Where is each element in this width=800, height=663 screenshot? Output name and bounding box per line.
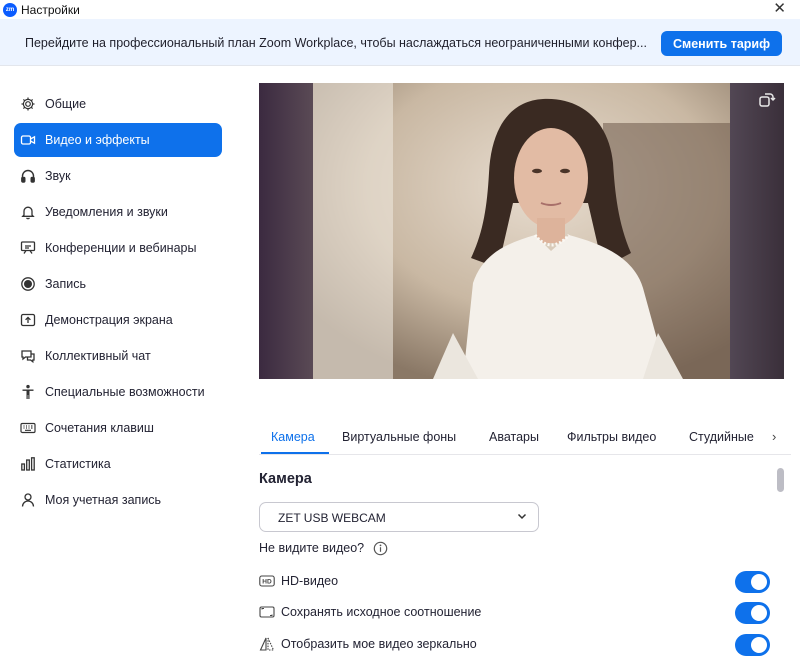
sidebar-item-audio[interactable]: Звук <box>14 159 222 193</box>
sidebar-item-statistics[interactable]: Статистика <box>14 447 222 481</box>
sidebar-item-label: Запись <box>45 277 87 291</box>
sidebar-item-label: Специальные возможности <box>45 385 205 399</box>
sidebar-item-video-effects[interactable]: Видео и эффекты <box>14 123 222 157</box>
svg-text:HD: HD <box>262 579 272 586</box>
sidebar-item-label: Видео и эффекты <box>45 133 150 147</box>
record-icon <box>19 275 37 293</box>
banner-message: Перейдите на профессиональный план Zoom … <box>25 36 647 50</box>
option-original-ratio: Сохранять исходное соотношение <box>259 601 774 625</box>
video-letterbox-right <box>730 83 784 379</box>
toggle-knob <box>751 637 767 653</box>
camera-select[interactable]: ZET USB WEBCAM <box>259 502 539 532</box>
user-icon <box>19 491 37 509</box>
sidebar-item-team-chat[interactable]: Коллективный чат <box>14 339 222 373</box>
gear-icon <box>19 95 37 113</box>
tab-camera[interactable]: Камера <box>271 420 315 454</box>
settings-sidebar: Общие Видео и эффекты Звук Уведомления и… <box>0 66 236 663</box>
camera-select-value: ZET USB WEBCAM <box>278 511 386 525</box>
sidebar-item-label: Сочетания клавиш <box>45 421 154 435</box>
tab-video-filters[interactable]: Фильтры видео <box>567 420 656 454</box>
option-label: Сохранять исходное соотношение <box>281 605 482 619</box>
camera-feed-image <box>313 83 730 379</box>
zoom-logo-icon: zm <box>3 2 17 17</box>
toggle-knob <box>751 605 767 621</box>
sidebar-item-notifications[interactable]: Уведомления и звуки <box>14 195 222 229</box>
sidebar-item-label: Статистика <box>45 457 111 471</box>
camera-section-title: Камера <box>259 471 312 487</box>
option-label: HD-видео <box>281 574 339 588</box>
sidebar-item-general[interactable]: Общие <box>14 87 222 121</box>
keyboard-icon <box>19 419 37 437</box>
toggle-knob <box>751 574 767 590</box>
chat-icon <box>19 347 37 365</box>
sidebar-item-my-account[interactable]: Моя учетная запись <box>14 483 222 517</box>
video-preview <box>259 83 784 379</box>
share-screen-icon <box>19 311 37 329</box>
title-bar: zm Настройки ✕ <box>0 0 800 19</box>
sidebar-item-screen-share[interactable]: Демонстрация экрана <box>14 303 222 337</box>
video-camera-icon <box>19 131 37 149</box>
chevron-down-icon <box>517 513 527 520</box>
window-title: Настройки <box>21 2 80 17</box>
option-hd-video: HD HD-видео <box>259 570 774 594</box>
statistics-icon <box>19 455 37 473</box>
tabs-divider <box>259 454 791 455</box>
video-letterbox-left <box>259 83 313 379</box>
sidebar-item-label: Демонстрация экрана <box>45 313 173 327</box>
bell-icon <box>19 203 37 221</box>
accessibility-icon <box>19 383 37 401</box>
sidebar-item-label: Коллективный чат <box>45 349 151 363</box>
sidebar-item-label: Моя учетная запись <box>45 493 162 507</box>
video-settings-tabs: Камера Виртуальные фоны Аватары Фильтры … <box>259 420 791 454</box>
tab-studio-effects[interactable]: Студийные <box>689 420 754 454</box>
sidebar-item-recording[interactable]: Запись <box>14 267 222 301</box>
tab-avatars[interactable]: Аватары <box>489 420 539 454</box>
chevron-right-icon[interactable]: › <box>772 429 776 444</box>
hd-icon: HD <box>259 575 275 587</box>
hd-video-toggle[interactable] <box>735 571 770 593</box>
sidebar-item-keyboard-shortcuts[interactable]: Сочетания клавиш <box>14 411 222 445</box>
option-label: Отобразить мое видео зеркально <box>281 637 477 651</box>
sidebar-item-label: Конференции и вебинары <box>45 241 197 255</box>
info-icon[interactable] <box>373 541 388 556</box>
sidebar-item-accessibility[interactable]: Специальные возможности <box>14 375 222 409</box>
sidebar-item-meetings-webinars[interactable]: Конференции и вебинары <box>14 231 222 265</box>
close-icon[interactable]: ✕ <box>773 0 786 18</box>
content-scrollbar[interactable] <box>777 468 784 492</box>
upgrade-plan-button[interactable]: Сменить тариф <box>661 31 782 56</box>
upgrade-banner: Перейдите на профессиональный план Zoom … <box>0 19 800 66</box>
presentation-icon <box>19 239 37 257</box>
camera-feed <box>313 83 730 379</box>
rotate-icon[interactable] <box>756 89 778 111</box>
mirror-video-toggle[interactable] <box>735 634 770 656</box>
video-help-link[interactable]: Не видите видео? <box>259 541 364 555</box>
option-mirror-video: Отобразить мое видео зеркально <box>259 633 774 657</box>
original-ratio-toggle[interactable] <box>735 602 770 624</box>
sidebar-item-label: Уведомления и звуки <box>45 205 168 219</box>
sidebar-item-label: Общие <box>45 97 87 111</box>
headphones-icon <box>19 167 37 185</box>
tab-virtual-backgrounds[interactable]: Виртуальные фоны <box>342 420 456 454</box>
mirror-icon <box>259 637 275 651</box>
aspect-ratio-icon <box>259 606 275 618</box>
sidebar-item-label: Звук <box>45 169 71 183</box>
